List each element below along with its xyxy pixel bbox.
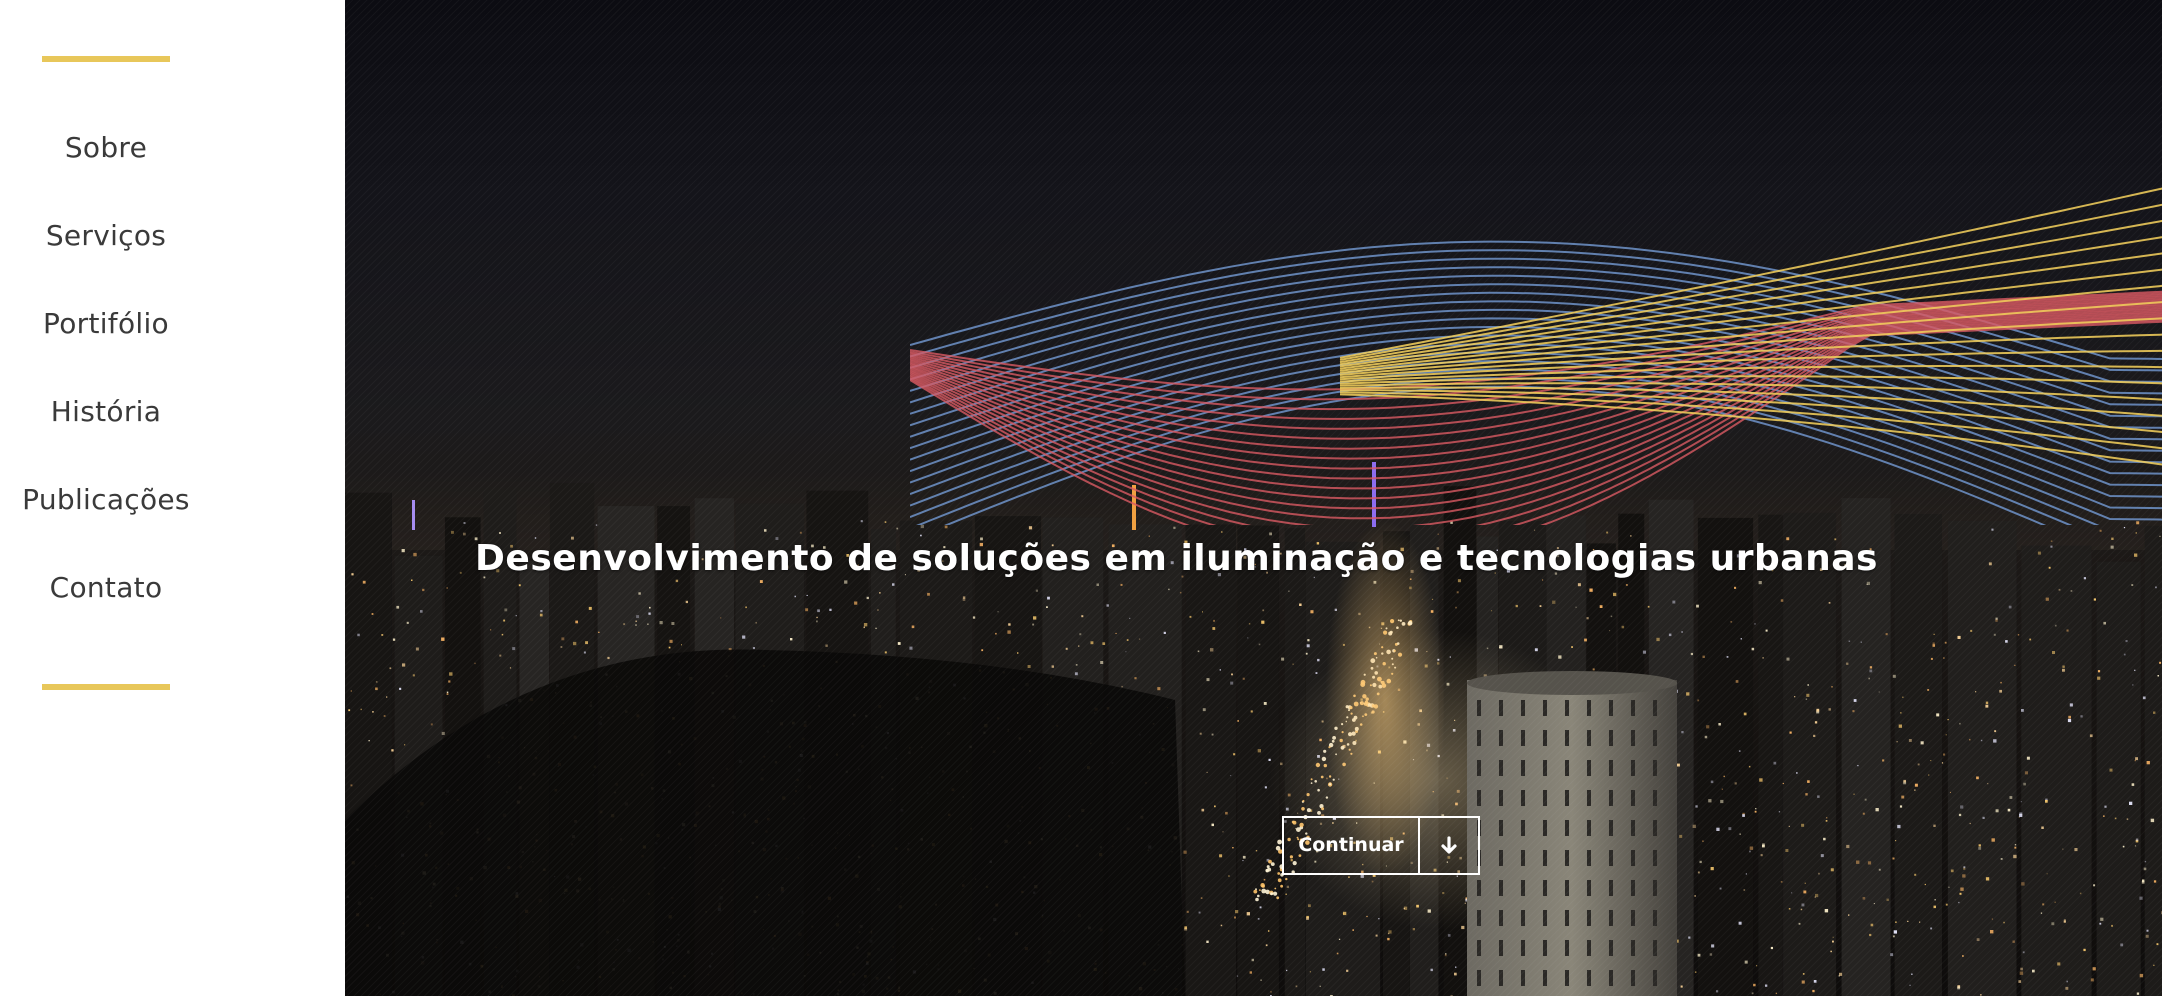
nav-item-servicos[interactable]: Serviços	[0, 200, 212, 288]
sidebar: Sobre Serviços Portifólio História Publi…	[0, 0, 345, 996]
nav-item-sobre[interactable]: Sobre	[0, 112, 212, 200]
hero-headline: Desenvolvimento de soluções em iluminaçã…	[475, 538, 1878, 579]
continue-button-label: Continuar	[1284, 818, 1420, 873]
arrow-down-icon	[1420, 818, 1478, 873]
nav-item-portifolio[interactable]: Portifólio	[0, 288, 212, 376]
accent-divider-top	[42, 56, 170, 62]
light-waves-logo	[910, 187, 2162, 525]
continue-button[interactable]: Continuar	[1282, 816, 1480, 875]
accent-divider-bottom	[42, 684, 170, 690]
main-nav: Sobre Serviços Portifólio História Publi…	[0, 112, 212, 640]
hero-section: Desenvolvimento de soluções em iluminaçã…	[345, 0, 2162, 996]
nav-item-publicacoes[interactable]: Publicações	[0, 464, 212, 552]
nav-item-historia[interactable]: História	[0, 376, 212, 464]
nav-item-contato[interactable]: Contato	[0, 552, 212, 640]
